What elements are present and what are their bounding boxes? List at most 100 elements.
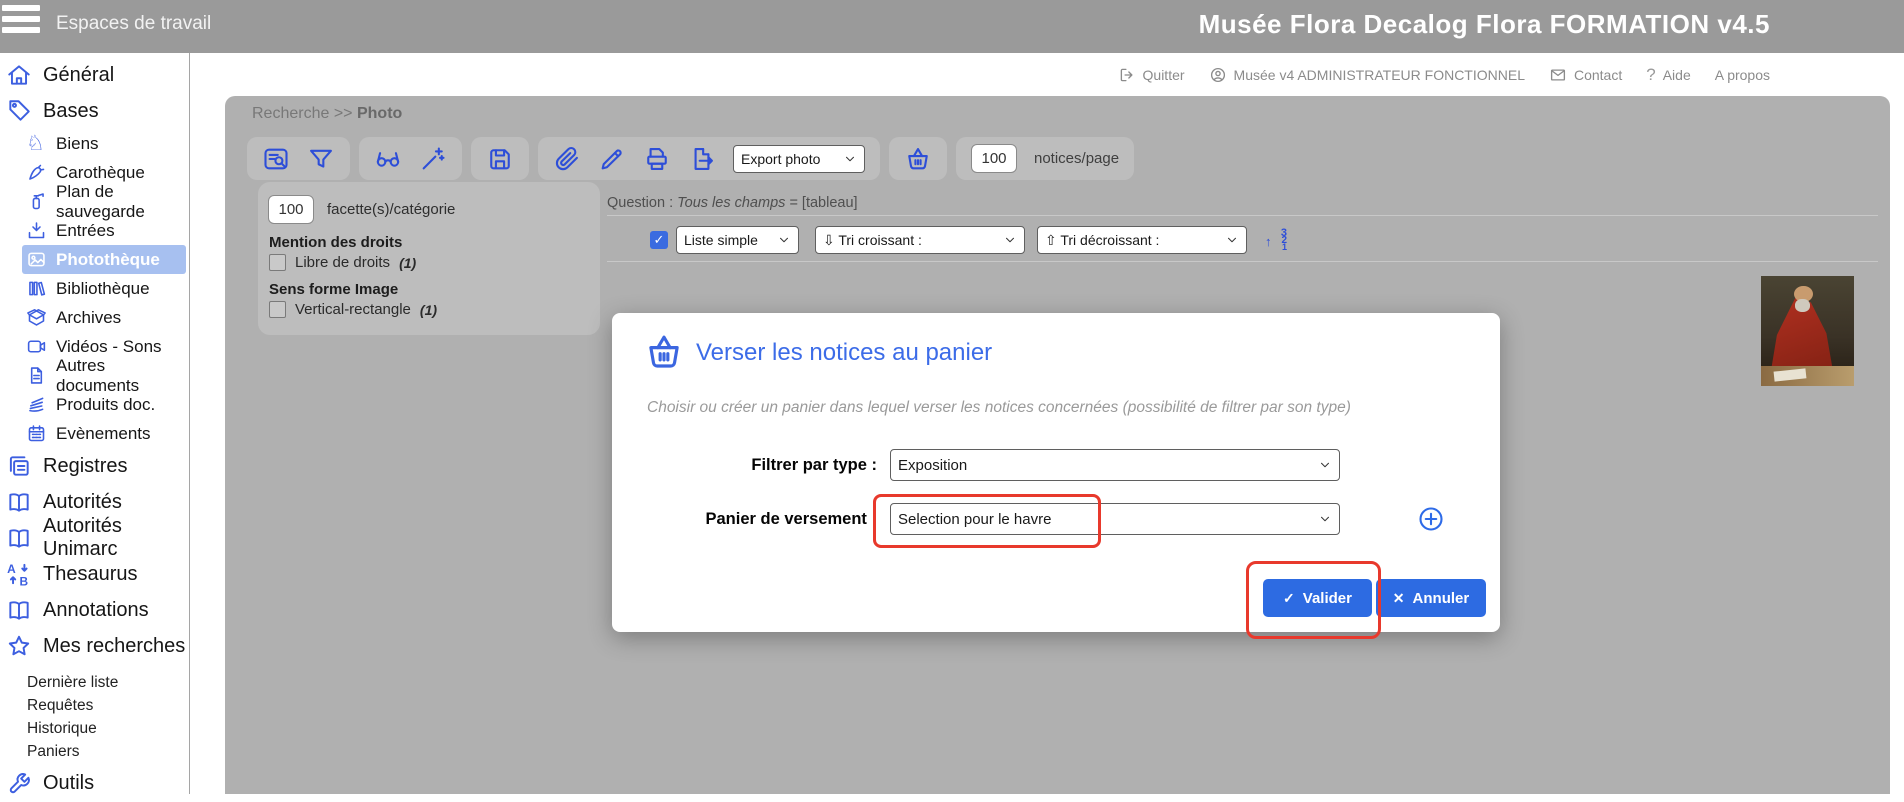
- sidebar-item-autres-documents[interactable]: Autres documents: [0, 361, 189, 390]
- user-bar: Quitter Musée v4 ADMINISTRATEUR FONCTION…: [0, 53, 1904, 96]
- magic-wand-icon[interactable]: [419, 145, 447, 173]
- chevron-down-icon: [777, 233, 791, 247]
- basket-target-select[interactable]: Selection pour le havre: [890, 503, 1340, 535]
- question-line: Question : Tous les champs = [tableau]: [607, 195, 858, 211]
- sidebar-item-requetes[interactable]: Requêtes: [0, 694, 189, 717]
- glasses-icon[interactable]: [374, 145, 402, 173]
- image-icon: [26, 249, 47, 270]
- sidebar-item-biens[interactable]: ♘Biens: [0, 129, 189, 158]
- sidebar-item-bibliotheque[interactable]: Bibliothèque: [0, 274, 189, 303]
- sort-ascending-select[interactable]: ⇩ Tri croissant :: [815, 226, 1025, 254]
- sort-controls-row: ✓ Liste simple ⇩ Tri croissant : ⇧ Tri d…: [650, 226, 1288, 254]
- list-mode-select[interactable]: Liste simple: [676, 226, 799, 254]
- filter-funnel-icon[interactable]: [307, 145, 335, 173]
- paperclip-icon[interactable]: [553, 145, 581, 173]
- notices-per-page-input[interactable]: 100: [971, 144, 1017, 173]
- quit-button[interactable]: Quitter: [1118, 66, 1185, 84]
- toolbar-group-view: [359, 137, 462, 180]
- about-button[interactable]: A propos: [1715, 67, 1770, 83]
- check-icon: ✓: [1283, 590, 1295, 607]
- toolbar-group-paging: 100 notices/page: [956, 137, 1134, 180]
- open-book-icon: [6, 489, 32, 515]
- basket-icon: [643, 331, 685, 373]
- validate-button[interactable]: ✓ Valider: [1263, 579, 1372, 617]
- calendar-icon: [26, 423, 47, 444]
- sidebar-item-annotations[interactable]: Annotations: [0, 592, 189, 628]
- archive-box-icon: [26, 307, 47, 328]
- sidebar-item-registres[interactable]: Registres: [0, 448, 189, 484]
- help-button[interactable]: ? Aide: [1646, 65, 1691, 85]
- sidebar-item-phototheque[interactable]: Photothèque: [22, 245, 186, 274]
- facets-count-input[interactable]: 100: [268, 195, 314, 224]
- star-icon: [6, 633, 32, 659]
- sidebar-item-outils[interactable]: Outils: [0, 765, 189, 802]
- sidebar-item-evenements[interactable]: Evènements: [0, 419, 189, 448]
- current-user[interactable]: Musée v4 ADMINISTRATEUR FONCTIONNEL: [1209, 66, 1525, 84]
- filter-type-label: Filtrer par type :: [612, 449, 877, 481]
- stack-icon: [26, 394, 47, 415]
- plus-circle-icon[interactable]: [1417, 505, 1445, 533]
- pencil-icon[interactable]: [598, 145, 626, 173]
- facet-option: Vertical-rectangle (1): [269, 301, 590, 318]
- breadcrumb: Recherche >> Photo: [252, 105, 402, 123]
- list-search-icon[interactable]: [262, 145, 290, 173]
- modal-subtitle: Choisir ou créer un panier dans lequel v…: [647, 399, 1470, 417]
- chevron-down-icon: [1003, 233, 1017, 247]
- sidebar-item-general[interactable]: Général: [0, 57, 189, 93]
- extinguisher-icon: [26, 191, 47, 212]
- modal-title: Verser les notices au panier: [696, 339, 992, 367]
- registers-icon: [6, 453, 32, 479]
- breadcrumb-current: Photo: [357, 105, 402, 122]
- hamburger-menu-icon[interactable]: [2, 5, 40, 33]
- open-book-icon: [6, 597, 32, 623]
- export-doc-icon[interactable]: [688, 145, 716, 173]
- chevron-down-icon: [1225, 233, 1239, 247]
- toolbar-group-basket: [889, 137, 947, 180]
- sidebar-item-plan-de-sauvegarde[interactable]: Plan de sauvegarde: [0, 187, 189, 216]
- contact-button[interactable]: Contact: [1549, 66, 1622, 84]
- select-all-checkbox[interactable]: ✓: [650, 231, 668, 249]
- sidebar-item-autorites-unimarc[interactable]: Autorités Unimarc: [0, 520, 189, 556]
- result-thumbnail-painting[interactable]: [1761, 276, 1854, 386]
- app-title: Musée Flora Decalog Flora FORMATION v4.5: [1199, 9, 1770, 40]
- toolbar-group-actions: Export photo: [538, 137, 880, 180]
- basket-icon[interactable]: [904, 145, 932, 173]
- sort-numeric-icon[interactable]: ↑321: [1265, 230, 1288, 251]
- chevron-down-icon: [1318, 512, 1332, 526]
- facet-option: Libre de droits (1): [269, 254, 590, 271]
- home-icon: [6, 62, 32, 88]
- sidebar-item-mes-recherches[interactable]: Mes recherches: [0, 628, 189, 664]
- document-icon: [26, 365, 47, 386]
- carrot-icon: [26, 162, 47, 183]
- facet-checkbox[interactable]: [269, 254, 286, 271]
- sidebar-item-derniere-liste[interactable]: Dernière liste: [0, 671, 189, 694]
- facets-count-label: facette(s)/catégorie: [327, 201, 455, 218]
- save-icon[interactable]: [486, 145, 514, 173]
- toolbar-group-save: [471, 137, 529, 180]
- sidebar-item-archives[interactable]: Archives: [0, 303, 189, 332]
- notices-per-page-label: notices/page: [1034, 150, 1119, 167]
- sidebar-item-historique[interactable]: Historique: [0, 717, 189, 740]
- logout-icon: [1118, 66, 1136, 84]
- inbox-download-icon: [26, 220, 47, 241]
- sidebar-item-thesaurus[interactable]: ABThesaurus: [0, 556, 189, 592]
- print-icon[interactable]: [643, 145, 671, 173]
- cancel-button[interactable]: ✕ Annuler: [1376, 579, 1486, 617]
- sort-descending-select[interactable]: ⇧ Tri décroissant :: [1037, 226, 1247, 254]
- separator: [607, 261, 1878, 262]
- chevron-down-icon: [843, 152, 857, 166]
- sidebar-item-paniers[interactable]: Paniers: [0, 740, 189, 763]
- basket-target-label: Panier de versement :: [612, 503, 877, 535]
- pour-to-basket-modal: Verser les notices au panier Choisir ou …: [612, 313, 1500, 632]
- sidebar-item-bases[interactable]: Bases: [0, 93, 189, 129]
- export-select[interactable]: Export photo: [733, 145, 865, 173]
- filter-type-select[interactable]: Exposition: [890, 449, 1340, 481]
- question-field: Tous les champs: [677, 195, 785, 211]
- facet-checkbox[interactable]: [269, 301, 286, 318]
- tag-icon: [6, 98, 32, 124]
- toolbar: Export photo 100 notices/page: [247, 137, 1134, 180]
- facet-group-title: Mention des droits: [269, 234, 590, 251]
- facet-group-title: Sens forme Image: [269, 281, 590, 298]
- wrench-icon: [6, 771, 32, 797]
- user-circle-icon: [1209, 66, 1227, 84]
